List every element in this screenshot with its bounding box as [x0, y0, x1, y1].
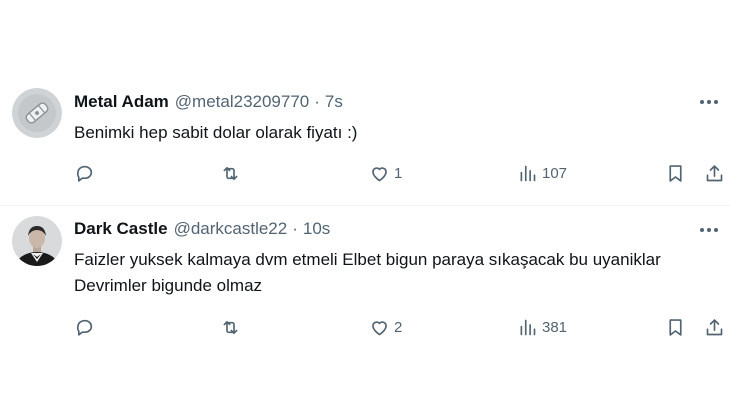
reply-icon	[76, 165, 93, 182]
avatar[interactable]	[12, 88, 62, 138]
views-chart-icon	[520, 319, 536, 335]
tweet-text: Faizler yuksek kalmaya dvm etmeli Elbet …	[74, 250, 661, 295]
retweet-button[interactable]	[220, 312, 245, 342]
tweet[interactable]: Dark Castle @darkcastle22 · 10s Faizler …	[0, 206, 730, 420]
timestamp[interactable]: 10s	[303, 219, 330, 239]
bookmark-button[interactable]	[665, 312, 686, 342]
like-count: 1	[394, 164, 403, 182]
views-chart-icon	[520, 165, 536, 181]
like-button[interactable]: 2	[369, 312, 402, 342]
separator-dot: ·	[292, 219, 298, 238]
avatar[interactable]	[12, 216, 62, 266]
retweet-icon	[223, 166, 238, 180]
like-button[interactable]: 1	[369, 158, 402, 188]
more-options-icon[interactable]	[696, 94, 722, 110]
tweet-header: Dark Castle @darkcastle22 · 10s	[74, 219, 330, 239]
retweet-icon	[223, 320, 238, 334]
bookmark-button[interactable]	[665, 158, 686, 188]
tweet[interactable]: Metal Adam @metal23209770 · 7s Benimki h…	[0, 80, 730, 205]
more-options-icon[interactable]	[696, 222, 722, 238]
views-button[interactable]: 381	[517, 312, 567, 342]
bookmark-icon	[669, 318, 682, 336]
action-bar: 2 381	[0, 312, 730, 342]
share-icon	[706, 164, 723, 181]
reply-button[interactable]	[74, 312, 99, 342]
user-name[interactable]: Metal Adam	[74, 92, 169, 112]
separator-dot: ·	[314, 92, 320, 111]
heart-icon	[372, 166, 387, 181]
reply-button[interactable]	[74, 158, 99, 188]
user-handle[interactable]: @metal23209770	[175, 92, 309, 112]
action-bar: 1 107	[0, 158, 730, 188]
share-button[interactable]	[704, 158, 725, 188]
user-handle[interactable]: @darkcastle22	[174, 219, 288, 239]
default-avatar-icon	[12, 88, 62, 138]
heart-icon	[372, 320, 387, 335]
share-icon	[706, 318, 723, 335]
views-button[interactable]: 107	[517, 158, 567, 188]
bookmark-icon	[669, 164, 682, 182]
retweet-button[interactable]	[220, 158, 245, 188]
reply-icon	[76, 319, 93, 336]
user-name[interactable]: Dark Castle	[74, 219, 168, 239]
share-button[interactable]	[704, 312, 725, 342]
views-count: 381	[542, 318, 568, 336]
tweet-text: Benimki hep sabit dolar olarak fiyatı :)	[74, 123, 358, 142]
tweet-header: Metal Adam @metal23209770 · 7s	[74, 92, 343, 112]
like-count: 2	[394, 318, 403, 336]
timestamp[interactable]: 7s	[325, 92, 343, 112]
portrait-avatar	[12, 216, 62, 266]
views-count: 107	[542, 164, 568, 182]
